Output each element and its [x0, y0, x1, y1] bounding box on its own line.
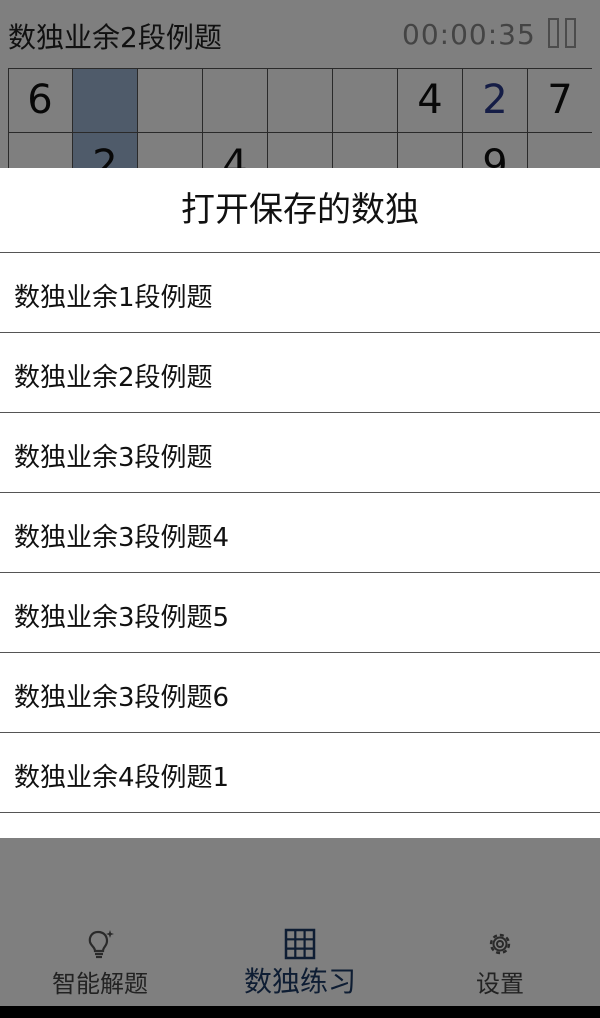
list-item[interactable]: 数独业余3段例题: [0, 412, 600, 492]
list-item-label: 数独业余1段例题: [14, 283, 213, 313]
list-item-label: 数独业余2段例题: [14, 363, 213, 393]
list-item[interactable]: 数独业余3段例题4: [0, 492, 600, 572]
list-item-partial[interactable]: [0, 812, 600, 838]
list-item-label: 数独业余3段例题: [14, 443, 213, 473]
list-item-label: 数独业余3段例题4: [14, 523, 230, 553]
list-item[interactable]: 数独业余2段例题: [0, 332, 600, 412]
list-item[interactable]: 数独业余3段例题6: [0, 652, 600, 732]
dialog-title: 打开保存的数独: [181, 190, 419, 230]
open-saved-dialog: 打开保存的数独 数独业余1段例题 数独业余2段例题 数独业余3段例题 数独业余3…: [0, 168, 600, 838]
saved-puzzle-list: 数独业余1段例题 数独业余2段例题 数独业余3段例题 数独业余3段例题4 数独业…: [0, 252, 600, 838]
list-item-label: 数独业余3段例题5: [14, 603, 230, 633]
list-item-label: 数独业余3段例题6: [14, 683, 230, 713]
list-item-label: 数独业余4段例题1: [14, 763, 230, 793]
list-item[interactable]: 数独业余1段例题: [0, 252, 600, 332]
list-item[interactable]: 数独业余3段例题5: [0, 572, 600, 652]
list-item[interactable]: 数独业余4段例题1: [0, 732, 600, 812]
